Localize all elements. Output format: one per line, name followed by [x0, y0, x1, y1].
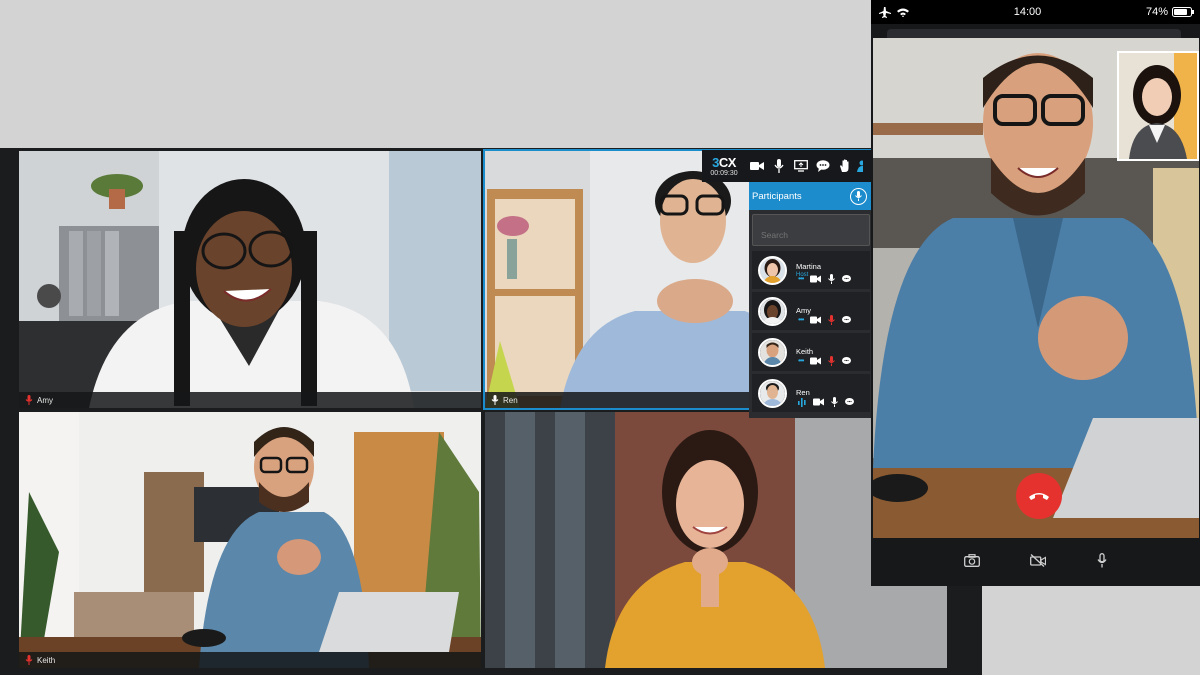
remote-video — [873, 38, 1199, 538]
end-call-icon — [1029, 493, 1049, 500]
mic-muted-icon[interactable] — [828, 356, 836, 366]
keith-video — [19, 412, 481, 668]
tile-name: Ren — [503, 395, 518, 405]
battery-level: 74% — [1145, 6, 1168, 18]
tile-name: Amy — [37, 395, 53, 405]
avatar — [758, 255, 787, 285]
participant-row[interactable]: Martina Host ••• — [752, 251, 870, 289]
mute-all-button[interactable] — [850, 187, 867, 205]
mic-icon[interactable] — [831, 397, 838, 407]
battery-icon — [1172, 7, 1194, 17]
share-screen-icon[interactable] — [790, 150, 812, 182]
video-off-icon[interactable] — [1030, 553, 1047, 567]
airplane-icon — [879, 6, 891, 18]
video-tile-amy[interactable]: Amy — [19, 151, 481, 408]
speaking-indicator-icon: ••• — [798, 315, 804, 324]
call-timer: 00:09:30 — [710, 169, 738, 177]
video-tile-keith[interactable]: Keith — [19, 412, 481, 668]
participant-name: Amy — [796, 306, 811, 315]
tile-namebar: Keith — [19, 652, 481, 668]
tile-namebar: Amy — [19, 392, 481, 408]
chat-icon[interactable] — [842, 316, 852, 324]
chat-icon[interactable] — [812, 150, 834, 182]
participant-controls: ••• — [798, 274, 852, 284]
mic-icon[interactable] — [1097, 552, 1107, 568]
participant-controls: ••• — [798, 315, 852, 325]
status-bar: 14:00 74% — [871, 0, 1200, 24]
mic-icon[interactable] — [828, 274, 836, 284]
participant-controls: ••• — [798, 356, 852, 366]
tile-name: Keith — [37, 655, 56, 665]
amy-video — [19, 151, 481, 408]
participant-row[interactable]: Ren — [752, 374, 870, 412]
mobile-call-screen: 14:00 74% — [871, 0, 1200, 586]
chat-icon[interactable] — [842, 275, 852, 283]
participants-panel: Participants Martina Host ••• — [749, 182, 873, 418]
speaking-indicator-icon: ••• — [798, 274, 804, 283]
participant-name: Keith — [796, 347, 814, 356]
brand-prefix: 3 — [712, 154, 719, 170]
chat-icon[interactable] — [842, 357, 852, 365]
mic-muted-icon — [25, 655, 33, 665]
phone-controls — [871, 540, 1200, 580]
people-icon[interactable] — [856, 150, 864, 182]
participant-controls — [798, 397, 854, 407]
camera-icon[interactable] — [810, 275, 822, 283]
participant-search-input[interactable] — [752, 214, 870, 246]
camera-icon[interactable] — [746, 150, 768, 182]
participant-name: Ren — [796, 388, 810, 397]
clock: 14:00 — [1013, 6, 1042, 18]
brand-logo: 3CX 00:09:30 — [702, 156, 746, 177]
avatar — [758, 378, 787, 408]
self-view[interactable] — [1117, 51, 1199, 161]
switch-camera-icon[interactable] — [964, 553, 981, 567]
participant-row[interactable]: Amy ••• — [752, 292, 870, 330]
participant-row[interactable]: Keith ••• — [752, 333, 870, 371]
meeting-toolbar: 3CX 00:09:30 — [702, 150, 872, 182]
camera-icon[interactable] — [810, 316, 822, 324]
mic-icon[interactable] — [768, 150, 790, 182]
participants-header: Participants — [749, 182, 873, 210]
participants-title: Participants — [752, 190, 802, 202]
window-handle — [887, 29, 1181, 38]
camera-icon[interactable] — [810, 357, 822, 365]
brand-suffix: CX — [718, 154, 737, 170]
mic-icon — [855, 191, 862, 201]
conference-window: Amy Ren Keith 3CX 00:09:30 Participants … — [0, 148, 982, 675]
avatar — [758, 337, 787, 367]
camera-icon[interactable] — [813, 398, 824, 406]
end-call-button[interactable] — [1016, 473, 1062, 519]
chat-icon[interactable] — [845, 398, 854, 406]
mic-muted-icon — [25, 395, 33, 405]
mic-icon — [491, 395, 499, 405]
mic-muted-icon[interactable] — [828, 315, 836, 325]
wifi-icon — [897, 8, 909, 17]
avatar — [758, 296, 787, 326]
audio-level-icon — [798, 397, 806, 407]
raise-hand-icon[interactable] — [834, 150, 856, 182]
speaking-indicator-icon: ••• — [798, 356, 804, 365]
participant-name: Martina — [796, 262, 822, 271]
